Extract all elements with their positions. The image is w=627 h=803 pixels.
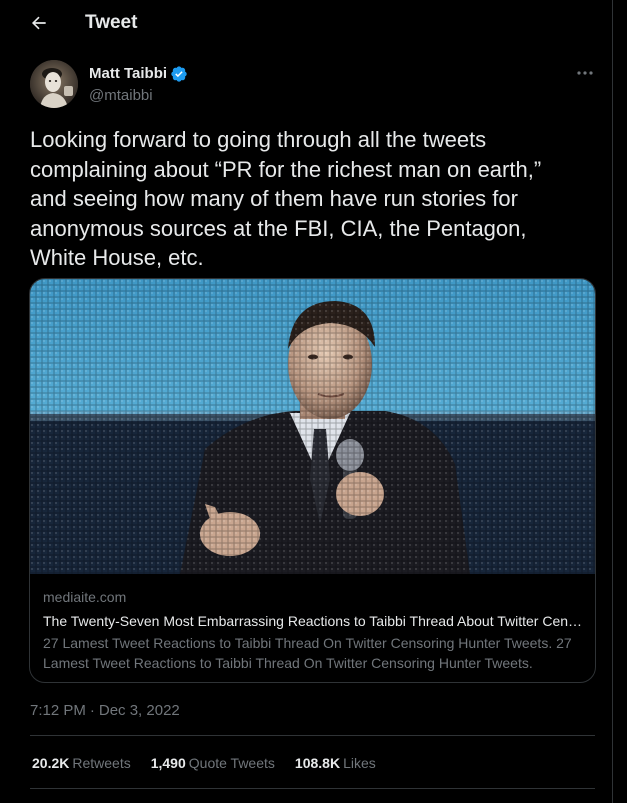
link-preview-card[interactable]: mediaite.com The Twenty-Seven Most Embar…: [29, 278, 596, 683]
retweets-label: Retweets: [72, 755, 131, 771]
likes-count: 108.8K: [294, 755, 341, 771]
card-title: The Twenty-Seven Most Embarrassing React…: [43, 613, 583, 629]
timestamp-separator: ·: [89, 702, 95, 719]
card-description: 27 Lamest Tweet Reactions to Taibbi Thre…: [43, 635, 572, 671]
tweet-timestamp: 7:12 PM · Dec 3, 2022: [30, 701, 180, 720]
display-name: Matt Taibbi: [89, 65, 168, 82]
card-domain: mediaite.com: [43, 589, 127, 605]
more-horizontal-icon: [577, 71, 593, 75]
retweets-stat[interactable]: 20.2K Retweets: [32, 754, 131, 772]
more-options-button[interactable]: [570, 62, 600, 84]
divider-top: [30, 735, 595, 736]
tweet-date[interactable]: Dec 3, 2022: [99, 701, 180, 720]
page-title: Tweet: [85, 12, 138, 33]
tweet-time[interactable]: 7:12 PM: [30, 701, 86, 720]
author-handle[interactable]: @mtaibbi: [89, 86, 153, 105]
card-image: [30, 279, 595, 574]
back-button[interactable]: [22, 6, 56, 40]
tweet-text: Looking forward to going through all the…: [30, 127, 542, 270]
divider-bottom: [30, 788, 595, 789]
quote-tweets-label: Quote Tweets: [188, 755, 275, 771]
avatar-image: [30, 60, 78, 108]
likes-label: Likes: [343, 755, 376, 771]
retweets-count: 20.2K: [32, 755, 70, 771]
verified-badge-icon: [170, 65, 188, 83]
tweet-detail-column: Tweet Matt Taibbi @mtaibbi Looking forwa…: [0, 0, 613, 803]
quote-tweets-count: 1,490: [150, 755, 186, 771]
arrow-left-icon: [31, 16, 46, 30]
avatar[interactable]: [30, 60, 78, 108]
engagement-stats: 20.2K Retweets 1,490 Quote Tweets 108.8K Li…: [32, 754, 396, 772]
likes-stat[interactable]: 108.8K Likes: [295, 754, 376, 772]
quote-tweets-stat[interactable]: 1,490 Quote Tweets: [151, 754, 275, 772]
header-bar: Tweet: [0, 0, 612, 46]
card-meta: mediaite.com The Twenty-Seven Most Embar…: [43, 588, 583, 673]
author-name-link[interactable]: Matt Taibbi: [89, 64, 188, 83]
